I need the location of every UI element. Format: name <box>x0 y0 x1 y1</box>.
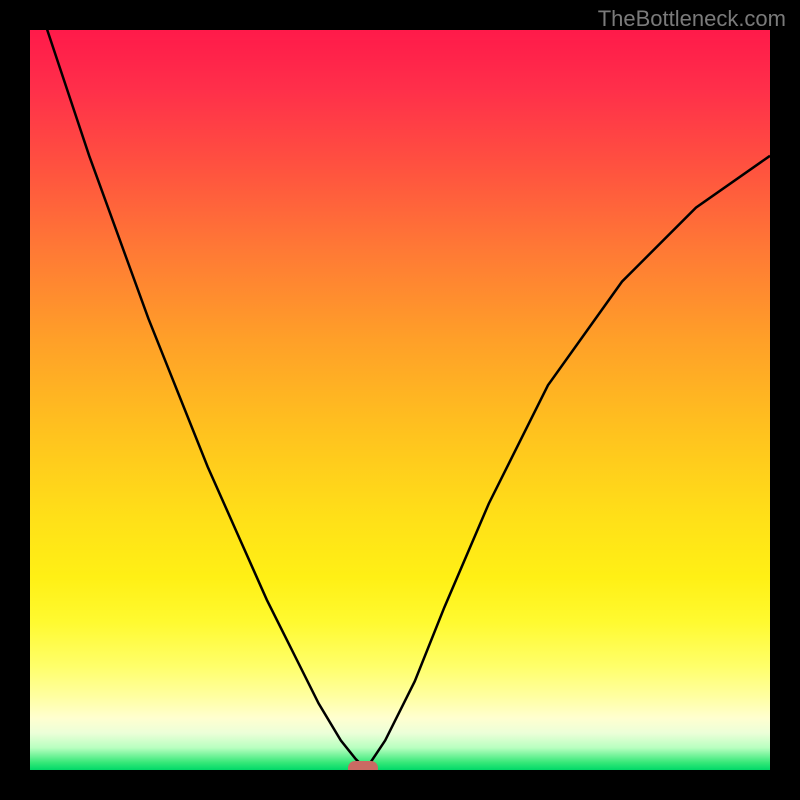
curve-svg <box>30 30 770 770</box>
minimum-marker <box>348 761 378 770</box>
curve-line <box>30 30 770 766</box>
plot-area <box>30 30 770 770</box>
watermark-text: TheBottleneck.com <box>598 6 786 32</box>
